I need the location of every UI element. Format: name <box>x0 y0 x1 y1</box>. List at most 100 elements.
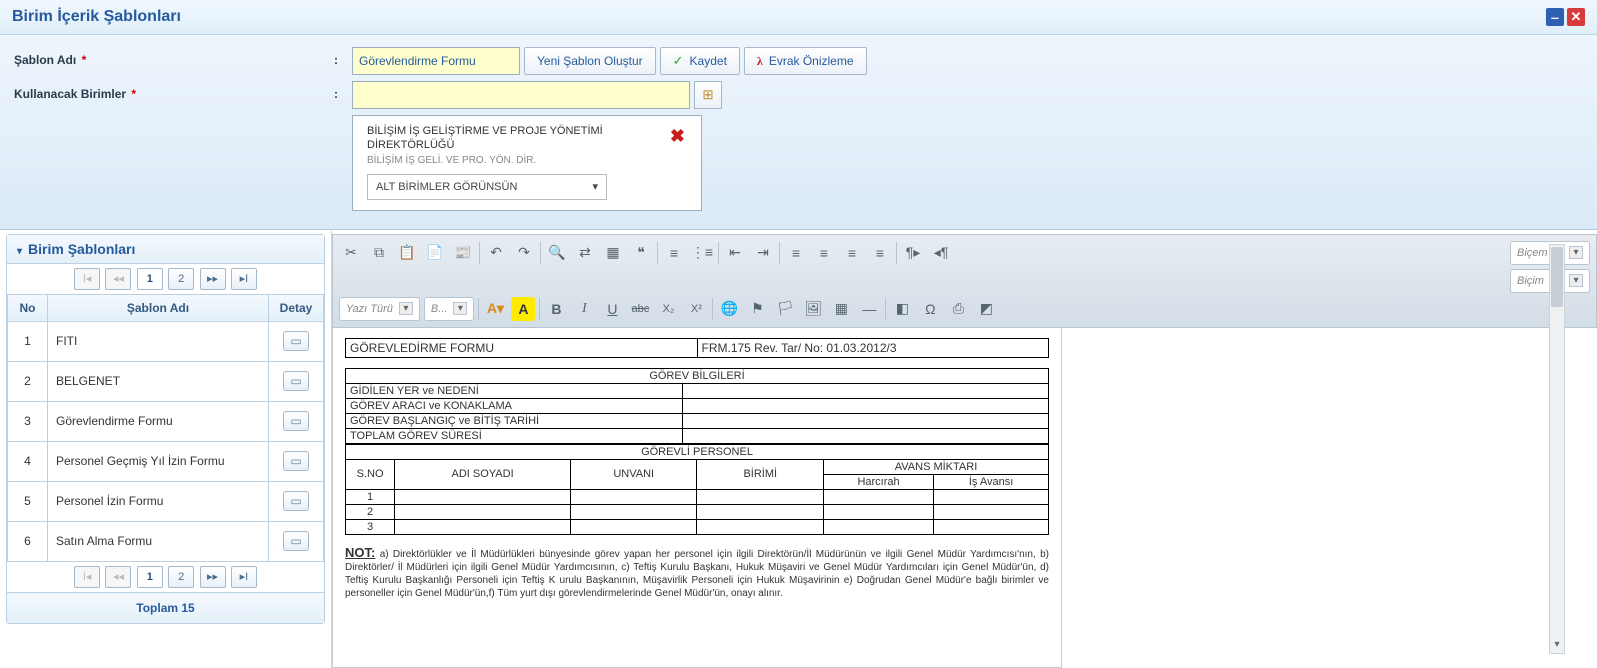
anchor-icon[interactable]: ⚑ <box>745 297 769 321</box>
preview-button[interactable]: λEvrak Önizleme <box>744 47 867 75</box>
subscript-icon[interactable]: X₂ <box>656 297 680 321</box>
detail-button[interactable]: ▭ <box>283 411 309 431</box>
detail-button[interactable]: ▭ <box>283 451 309 471</box>
pager-first-button[interactable]: I◂ <box>74 566 100 588</box>
table-row: 6Satın Alma Formu▭ <box>8 521 324 561</box>
selected-unit-box: ✖ BİLİŞİM İŞ GELİŞTİRME VE PROJE YÖNETİM… <box>352 115 702 211</box>
align-center-icon[interactable]: ≡ <box>812 241 836 265</box>
sec2-title: GÖREVLİ PERSONEL <box>346 444 1049 459</box>
pager-next-button[interactable]: ▸▸ <box>200 566 226 588</box>
strike-icon[interactable]: abc <box>628 297 652 321</box>
bullist-icon[interactable]: ⋮≡ <box>690 241 714 265</box>
pager-prev-button[interactable]: ◂◂ <box>105 268 131 290</box>
underline-icon[interactable]: U <box>600 297 624 321</box>
doc-title: GÖREVLEDİRME FORMU <box>346 339 698 357</box>
align-right-icon[interactable]: ≡ <box>840 241 864 265</box>
unit-sub: BİLİŞİM İŞ GELİ. VE PRO. YÖN. DİR. <box>367 155 687 166</box>
italic-icon[interactable]: I <box>572 297 596 321</box>
pager-page-2[interactable]: 2 <box>168 566 194 588</box>
pager-page-1[interactable]: 1 <box>137 566 163 588</box>
align-left-icon[interactable]: ≡ <box>784 241 808 265</box>
numlist-icon[interactable]: ≡ <box>662 241 686 265</box>
find-icon[interactable]: 🔍 <box>545 241 569 265</box>
pagebreak-icon[interactable]: ⎙ <box>946 297 970 321</box>
pager-prev-button[interactable]: ◂◂ <box>105 566 131 588</box>
flag-icon[interactable]: 🏳 <box>773 297 797 321</box>
editor-content[interactable]: GÖREVLEDİRME FORMU FRM.175 Rev. Tar/ No:… <box>332 328 1062 668</box>
pdf-icon: λ <box>757 54 763 69</box>
doc-note: NOT: a) Direktörlükler ve İl Müdürlükler… <box>345 545 1049 601</box>
pager-page-2[interactable]: 2 <box>168 268 194 290</box>
size-select[interactable]: B...▾ <box>424 297 475 321</box>
pager-bottom: I◂ ◂◂ 1 2 ▸▸ ▸I <box>7 562 324 592</box>
textcolor-icon[interactable]: A▾ <box>483 297 507 321</box>
caret-down-icon: ▾ <box>17 246 22 257</box>
rtl-icon[interactable]: ◂¶ <box>929 241 953 265</box>
hr-icon[interactable]: ― <box>857 297 881 321</box>
pager-page-1[interactable]: 1 <box>137 268 163 290</box>
label-units: Kullanacak Birimler * <box>14 81 334 101</box>
units-input[interactable] <box>352 81 690 109</box>
form-area: Şablon Adı * : Yeni Şablon Oluştur ✓Kayd… <box>0 35 1597 230</box>
remove-unit-button[interactable]: ✖ <box>670 126 685 147</box>
table-row: 4Personel Geçmiş Yıl İzin Formu▭ <box>8 441 324 481</box>
table-row: 3Görevlendirme Formu▭ <box>8 401 324 441</box>
total-label: Toplam 15 <box>7 592 324 623</box>
paste-word-icon[interactable]: 📰 <box>451 241 475 265</box>
align-justify-icon[interactable]: ≡ <box>868 241 892 265</box>
redo-icon[interactable]: ↷ <box>512 241 536 265</box>
detail-button[interactable]: ▭ <box>283 531 309 551</box>
chevron-down-icon: ▾ <box>399 302 413 315</box>
bgcolor-icon[interactable]: A <box>511 297 535 321</box>
indent-icon[interactable]: ⇥ <box>751 241 775 265</box>
chevron-down-icon: ▾ <box>1569 246 1583 259</box>
paste-icon[interactable]: 📋 <box>395 241 419 265</box>
vertical-scrollbar[interactable]: ▴ ▾ <box>1549 244 1565 654</box>
pager-next-button[interactable]: ▸▸ <box>200 268 226 290</box>
outdent-icon[interactable]: ⇤ <box>723 241 747 265</box>
title-bar: Birim İçerik Şablonları ‒ ✕ <box>0 0 1597 35</box>
image-icon[interactable]: 🖼 <box>801 297 825 321</box>
pager-first-button[interactable]: I◂ <box>74 268 100 290</box>
close-button[interactable]: ✕ <box>1567 8 1585 26</box>
window-title: Birim İçerik Şablonları <box>12 8 181 26</box>
table-row: 5Personel İzin Formu▭ <box>8 481 324 521</box>
eraser-icon[interactable]: ◧ <box>890 297 914 321</box>
ltr-icon[interactable]: ¶▸ <box>901 241 925 265</box>
label-template-name: Şablon Adı * <box>14 47 334 67</box>
units-picker-button[interactable]: ⊞ <box>694 81 722 109</box>
unit-visibility-select[interactable]: ALT BİRİMLER GÖRÜNSÜN ▾ <box>367 174 607 200</box>
undo-icon[interactable]: ↶ <box>484 241 508 265</box>
panel-header[interactable]: ▾Birim Şablonları <box>7 235 324 264</box>
table-row: 1FITI▭ <box>8 321 324 361</box>
copy-icon[interactable]: ⧉ <box>367 241 391 265</box>
detail-button[interactable]: ▭ <box>283 331 309 351</box>
table-row: 2BELGENET▭ <box>8 361 324 401</box>
detail-button[interactable]: ▭ <box>283 491 309 511</box>
scroll-thumb[interactable] <box>1551 247 1563 307</box>
pager-top: I◂ ◂◂ 1 2 ▸▸ ▸I <box>7 264 324 294</box>
quote-icon[interactable]: ❝ <box>629 241 653 265</box>
scroll-down-icon[interactable]: ▾ <box>1550 639 1564 653</box>
template-name-input[interactable] <box>352 47 520 75</box>
tree-icon: ⊞ <box>702 87 713 102</box>
omega-icon[interactable]: Ω <box>918 297 942 321</box>
replace-icon[interactable]: ⇄ <box>573 241 597 265</box>
source-icon[interactable]: ◩ <box>974 297 998 321</box>
pager-last-button[interactable]: ▸I <box>231 268 257 290</box>
cut-icon[interactable]: ✂ <box>339 241 363 265</box>
superscript-icon[interactable]: X² <box>684 297 708 321</box>
paste-text-icon[interactable]: 📄 <box>423 241 447 265</box>
sec1-title: GÖREV BİLGİLERİ <box>346 368 1049 383</box>
detail-button[interactable]: ▭ <box>283 371 309 391</box>
selectall-icon[interactable]: ▦ <box>601 241 625 265</box>
minimize-button[interactable]: ‒ <box>1546 8 1564 26</box>
pager-last-button[interactable]: ▸I <box>231 566 257 588</box>
save-button[interactable]: ✓Kaydet <box>660 47 740 75</box>
table-icon[interactable]: ▦ <box>829 297 853 321</box>
link-icon[interactable]: 🌐 <box>717 297 741 321</box>
bold-icon[interactable]: B <box>544 297 568 321</box>
unit-name: BİLİŞİM İŞ GELİŞTİRME VE PROJE YÖNETİMİ … <box>367 124 687 153</box>
font-select[interactable]: Yazı Türü▾ <box>339 297 420 321</box>
new-template-button[interactable]: Yeni Şablon Oluştur <box>524 47 656 75</box>
